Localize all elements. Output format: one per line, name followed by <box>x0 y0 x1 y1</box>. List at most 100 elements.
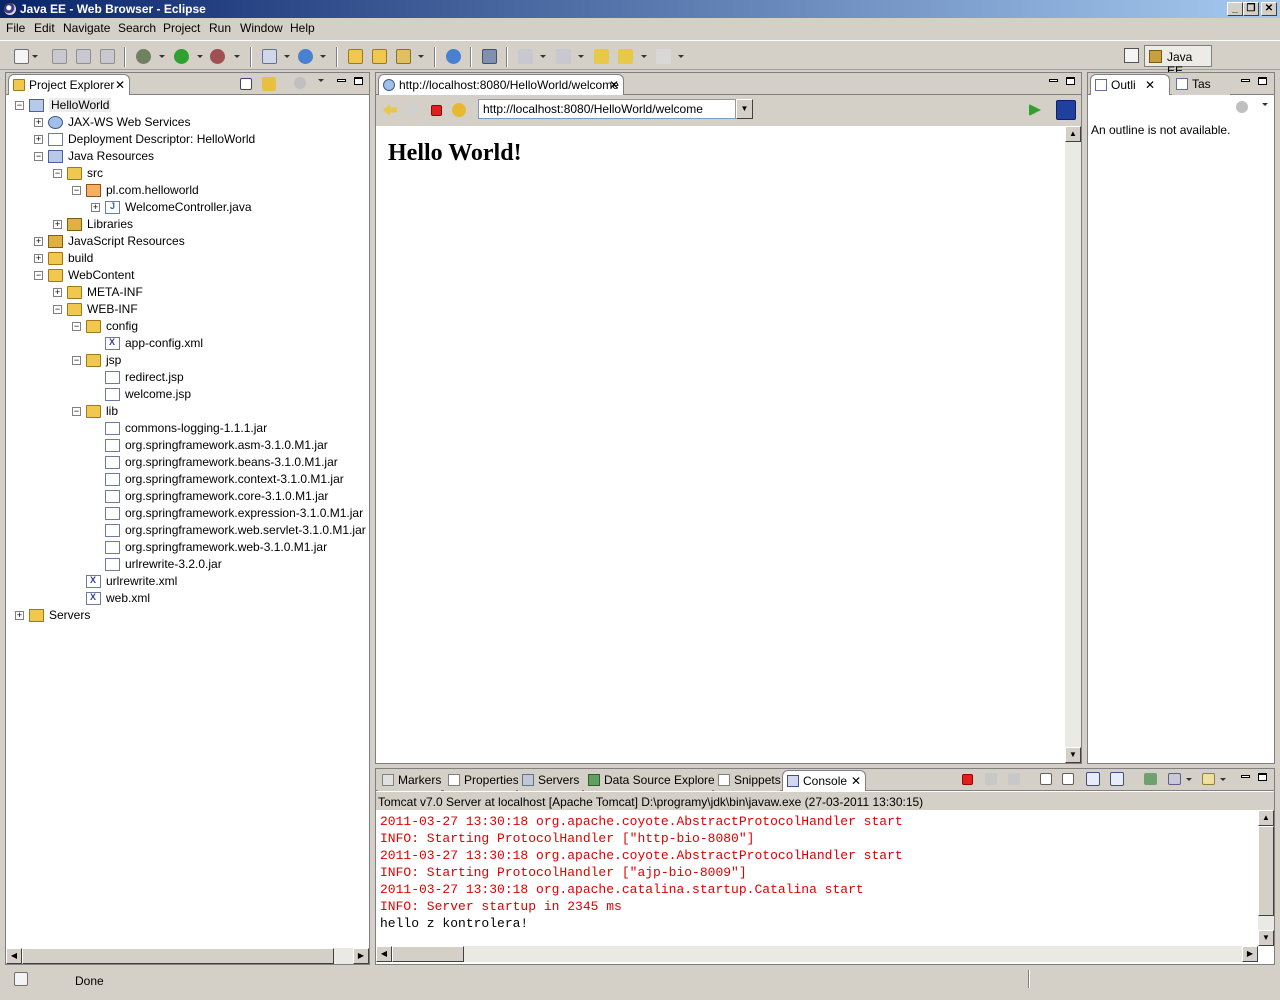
close-icon[interactable]: ✕ <box>1145 78 1155 92</box>
link-with-editor-icon[interactable] <box>262 77 276 91</box>
close-icon[interactable]: ✕ <box>115 78 125 92</box>
tree-item[interactable]: + META-INF <box>6 284 366 301</box>
tree-item[interactable]: + WelcomeController.java <box>6 199 366 216</box>
close-icon[interactable]: ✕ <box>609 78 619 92</box>
collapse-icon[interactable]: − <box>53 169 62 178</box>
new-web-service-icon[interactable] <box>298 49 313 64</box>
expand-icon[interactable]: + <box>34 135 43 144</box>
minimize-icon[interactable] <box>1241 775 1250 778</box>
web-service-dropdown-icon[interactable] <box>320 55 326 58</box>
show-stdout-icon[interactable] <box>1086 772 1100 786</box>
search-dropdown-icon[interactable] <box>418 55 424 58</box>
display-console-dropdown-icon[interactable] <box>1186 778 1192 781</box>
tab-servers[interactable]: Servers <box>518 770 582 791</box>
console-horizontal-scrollbar[interactable]: ◀ ▶ <box>376 946 1258 962</box>
expand-icon[interactable]: + <box>53 220 62 229</box>
scroll-thumb[interactable] <box>392 946 464 962</box>
tree-item[interactable]: urlrewrite.xml <box>6 573 366 590</box>
tree-item[interactable]: + build <box>6 250 366 267</box>
tree-item[interactable]: − pl.com.helloworld <box>6 182 366 199</box>
tree-item[interactable]: org.springframework.expression-3.1.0.M1.… <box>6 505 366 522</box>
forward-arrow-icon[interactable] <box>406 104 420 116</box>
outline-filter-icon[interactable] <box>1236 101 1248 113</box>
open-console-icon[interactable] <box>1202 773 1215 785</box>
maximize-icon[interactable] <box>1066 77 1075 85</box>
forward-icon[interactable] <box>656 49 671 64</box>
tree-item[interactable]: app-config.xml <box>6 335 366 352</box>
menu-edit[interactable]: Edit <box>34 21 55 35</box>
tab-web-browser[interactable]: http://localhost:8080/HelloWorld/welcome… <box>378 74 624 95</box>
display-console-icon[interactable] <box>1168 773 1181 785</box>
menu-navigate[interactable]: Navigate <box>63 21 110 35</box>
expand-icon[interactable]: + <box>34 118 43 127</box>
maximize-button[interactable]: ❐ <box>1243 2 1259 16</box>
horizontal-scrollbar[interactable]: ◀ ▶ <box>6 948 369 964</box>
collapse-icon[interactable]: − <box>34 152 43 161</box>
menu-help[interactable]: Help <box>290 21 315 35</box>
url-input[interactable] <box>478 99 736 119</box>
go-icon[interactable] <box>1029 104 1041 116</box>
open-type-icon[interactable] <box>348 49 363 64</box>
tree-item[interactable]: + JavaScript Resources <box>6 233 366 250</box>
minimize-icon[interactable] <box>337 79 346 82</box>
debug-icon[interactable] <box>136 49 151 64</box>
show-stderr-icon[interactable] <box>1110 772 1124 786</box>
tree-item[interactable]: org.springframework.web.servlet-3.1.0.M1… <box>6 522 366 539</box>
collapse-all-icon[interactable] <box>240 78 252 90</box>
minimize-icon[interactable] <box>1241 79 1250 82</box>
tree-item[interactable]: − HelloWorld <box>6 97 366 114</box>
remove-launch-icon[interactable] <box>985 773 997 785</box>
print-icon[interactable] <box>100 49 115 64</box>
menu-run[interactable]: Run <box>209 21 231 35</box>
next-annotation-icon[interactable] <box>518 49 533 64</box>
last-edit-icon[interactable] <box>594 49 609 64</box>
run-icon[interactable] <box>174 49 189 64</box>
scroll-up-button[interactable]: ▲ <box>1065 126 1081 142</box>
expand-icon[interactable]: + <box>34 237 43 246</box>
menu-search[interactable]: Search <box>118 21 156 35</box>
remove-all-launches-icon[interactable] <box>1008 773 1020 785</box>
tree-item[interactable]: redirect.jsp <box>6 369 366 386</box>
filter-icon[interactable] <box>294 77 306 89</box>
wsdl-icon[interactable] <box>482 49 497 64</box>
url-dropdown-button[interactable]: ▼ <box>736 99 753 119</box>
back-dropdown-icon[interactable] <box>641 55 647 58</box>
previous-annotation-dropdown-icon[interactable] <box>578 55 584 58</box>
browser-vertical-scrollbar[interactable]: ▲ ▼ <box>1065 126 1081 763</box>
maximize-icon[interactable] <box>354 77 363 85</box>
scroll-thumb[interactable] <box>22 948 334 964</box>
save-all-icon[interactable] <box>76 49 91 64</box>
view-menu-icon[interactable] <box>318 79 324 82</box>
minimize-button[interactable]: _ <box>1227 2 1243 16</box>
scroll-left-button[interactable]: ◀ <box>6 948 22 964</box>
tree-item[interactable]: web.xml <box>6 590 366 607</box>
tree-item[interactable]: org.springframework.beans-3.1.0.M1.jar <box>6 454 366 471</box>
collapse-icon[interactable]: − <box>72 356 81 365</box>
tab-console[interactable]: Console ✕ <box>782 770 866 791</box>
tab-project-explorer[interactable]: Project Explorer ✕ <box>8 74 130 95</box>
maximize-icon[interactable] <box>1258 773 1267 781</box>
perspective-java-ee[interactable]: Java EE <box>1144 45 1212 78</box>
minimize-icon[interactable] <box>1049 79 1058 82</box>
open-perspective-icon[interactable] <box>1124 48 1139 63</box>
pin-console-icon[interactable] <box>1144 773 1157 785</box>
tree-item[interactable]: urlrewrite-3.2.0.jar <box>6 556 366 573</box>
tab-tasks[interactable]: Tas <box>1172 74 1230 95</box>
menu-file[interactable]: File <box>6 21 25 35</box>
menu-window[interactable]: Window <box>240 21 283 35</box>
expand-icon[interactable]: + <box>53 288 62 297</box>
tree-item[interactable]: commons-logging-1.1.1.jar <box>6 420 366 437</box>
collapse-icon[interactable]: − <box>53 305 62 314</box>
tree-item[interactable]: − lib <box>6 403 366 420</box>
scroll-lock-icon[interactable] <box>1062 773 1074 785</box>
collapse-icon[interactable]: − <box>34 271 43 280</box>
collapse-icon[interactable]: − <box>72 186 81 195</box>
collapse-icon[interactable]: − <box>72 322 81 331</box>
scroll-thumb[interactable] <box>1258 826 1274 916</box>
save-icon[interactable] <box>52 49 67 64</box>
new-dropdown-icon[interactable] <box>32 55 38 58</box>
outline-view-menu-icon[interactable] <box>1262 103 1268 106</box>
search-tool-icon[interactable] <box>396 49 411 64</box>
scroll-up-button[interactable]: ▲ <box>1258 810 1274 826</box>
tree-item[interactable]: org.springframework.core-3.1.0.M1.jar <box>6 488 366 505</box>
